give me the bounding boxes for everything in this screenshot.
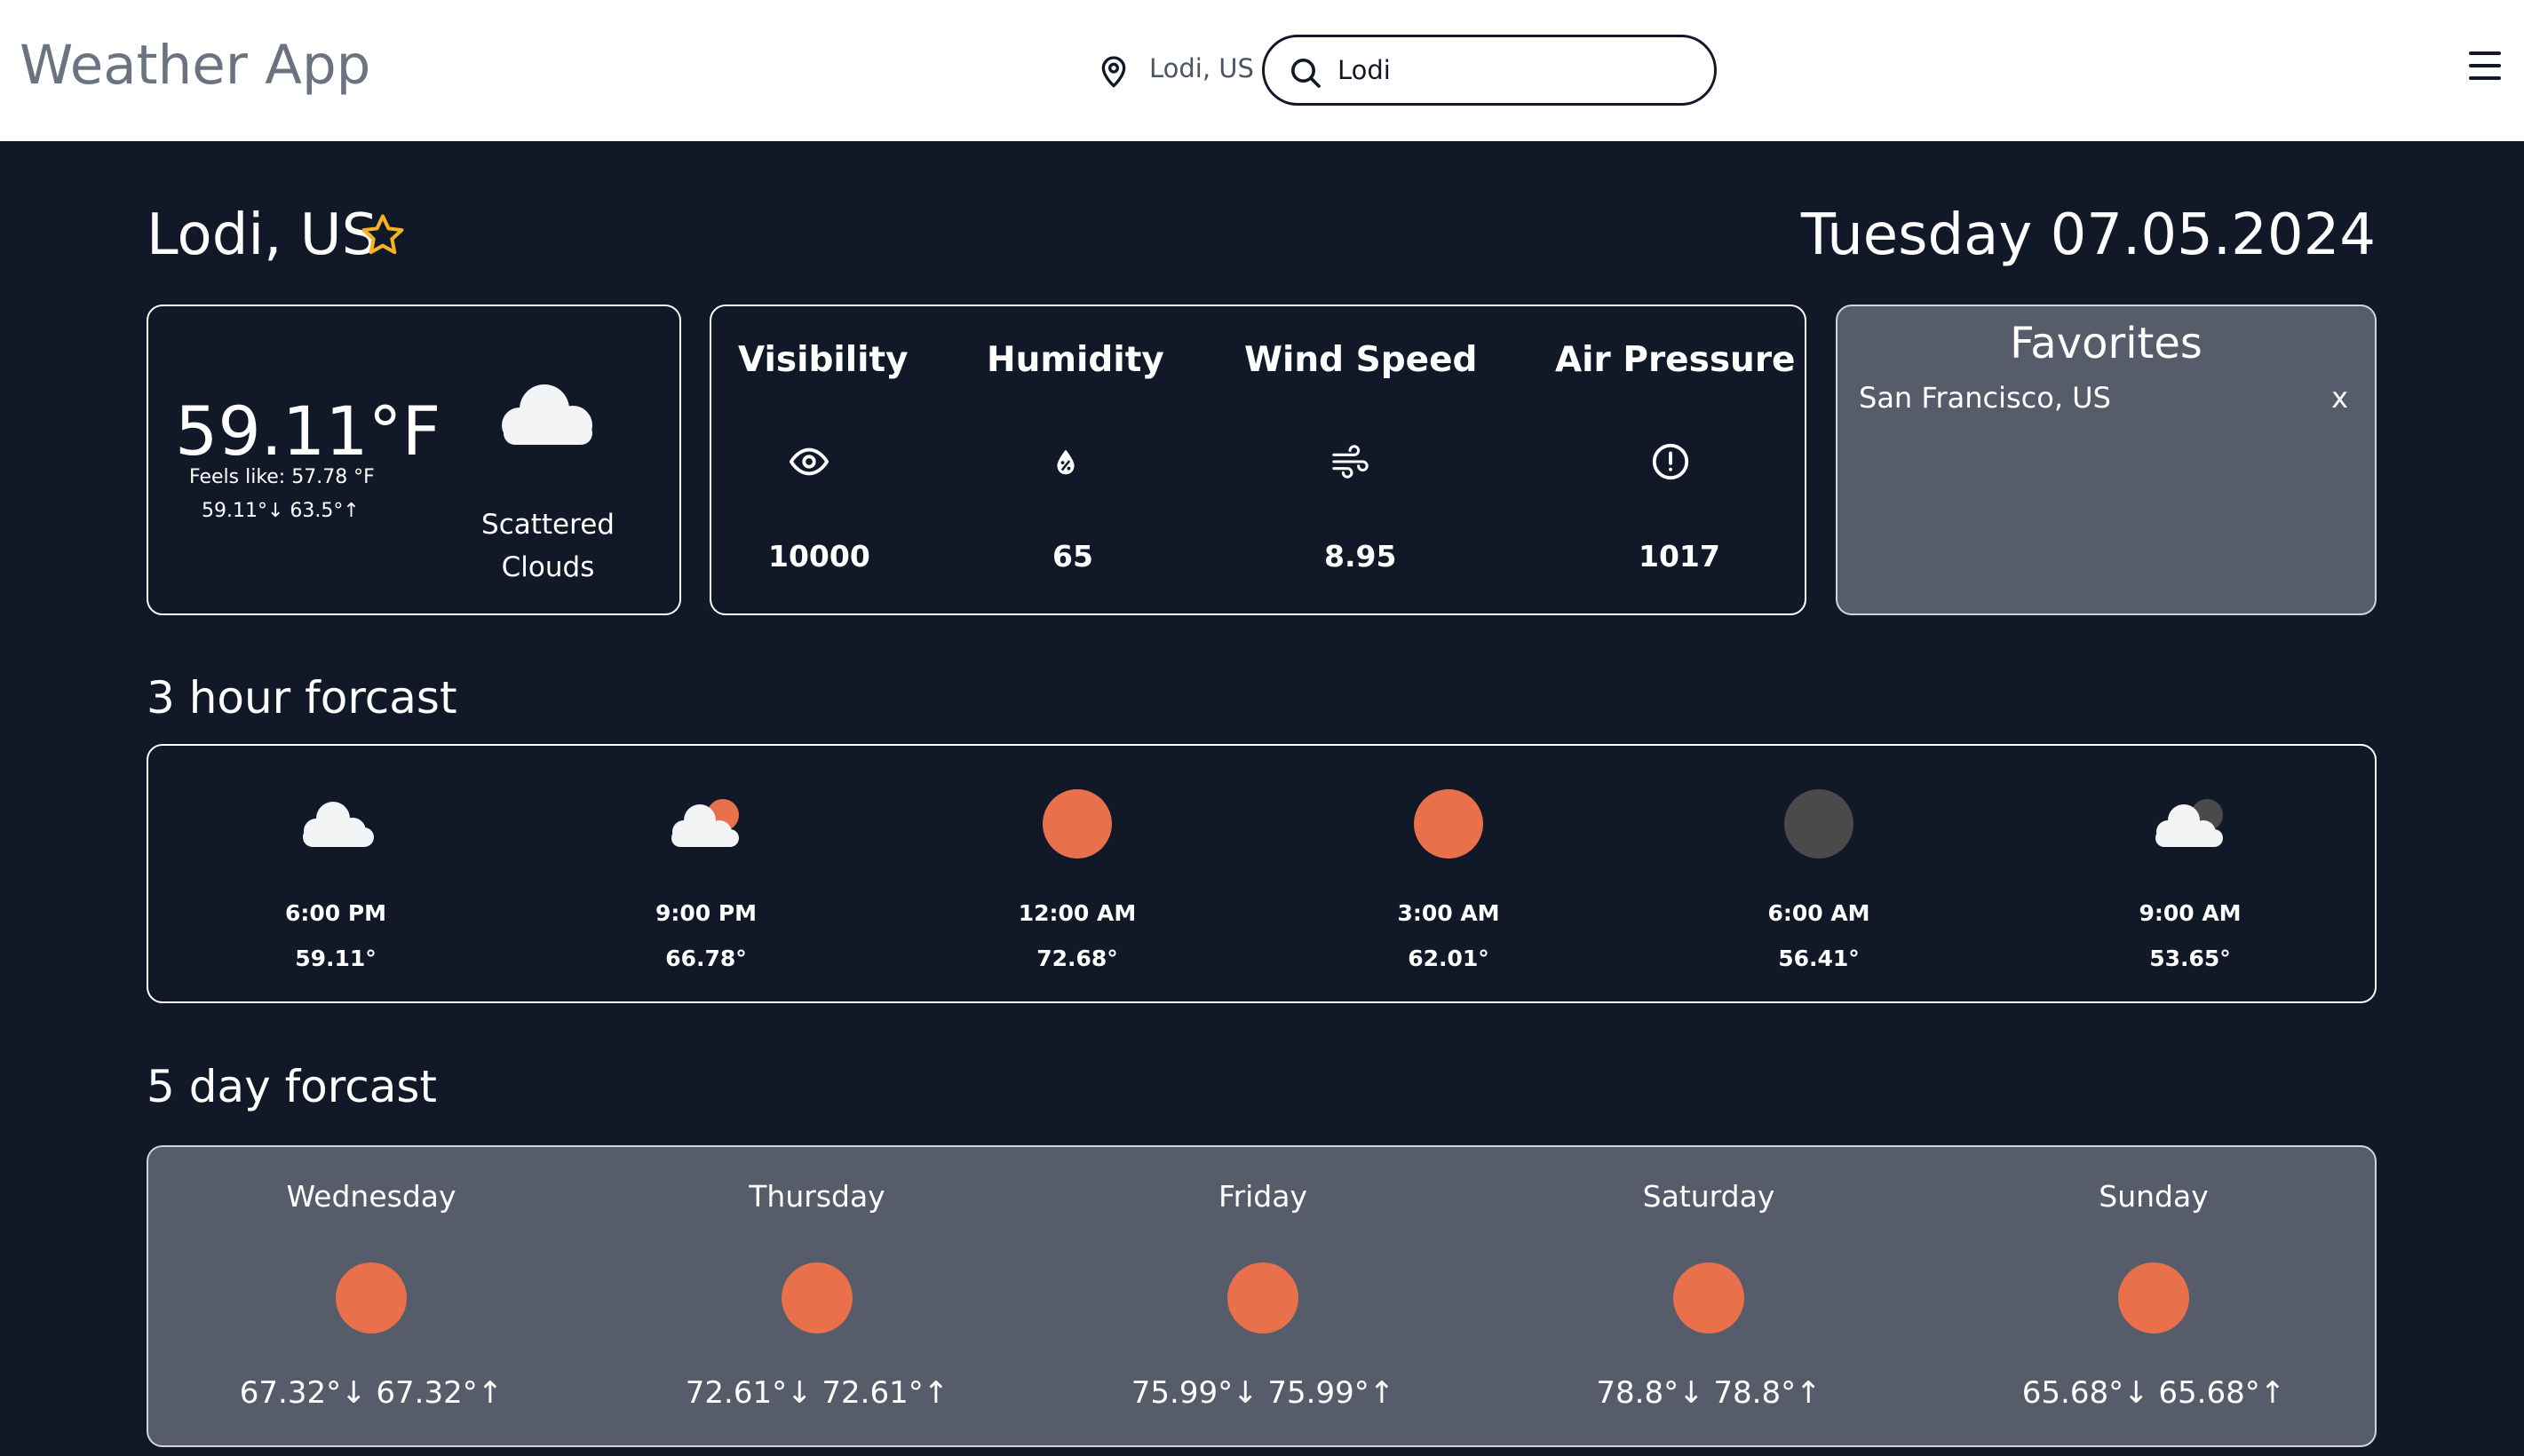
hourly-item: 9:00 AM 53.65°	[2101, 781, 2279, 971]
daily-item: Thursday 72.61°↓ 72.61°↑	[639, 1179, 995, 1411]
hourly-time: 9:00 PM	[655, 900, 758, 926]
current-temperature: 59.11°F	[175, 392, 441, 471]
current-weather-card: 59.11°F Feels like: 57.78 °F 59.11°↓ 63.…	[147, 305, 681, 615]
search-input[interactable]	[1337, 50, 1693, 91]
hamburger-menu-icon[interactable]	[2469, 51, 2503, 87]
moon-icon	[1784, 789, 1853, 859]
hourly-item: 9:00 PM 66.78°	[617, 781, 795, 971]
hourly-temp: 72.68°	[1036, 946, 1118, 971]
daily-forecast-card: Wednesday 67.32°↓ 67.32°↑ Thursday 72.61…	[147, 1145, 2377, 1447]
hourly-temp: 53.65°	[2149, 946, 2231, 971]
weather-description: Scattered Clouds	[481, 509, 615, 583]
stat-visibility: Visibility	[738, 340, 909, 380]
sun-icon	[1673, 1262, 1744, 1333]
daily-temps: 78.8°↓ 78.8°↑	[1596, 1375, 1822, 1411]
daily-day: Sunday	[2099, 1179, 2209, 1214]
stat-label: Air Pressure	[1555, 340, 1796, 380]
eye-icon	[789, 447, 829, 476]
hourly-item: 12:00 AM 72.68°	[988, 781, 1166, 971]
daily-item: Wednesday 67.32°↓ 67.32°↑	[194, 1179, 549, 1411]
daily-forecast-title: 5 day forcast	[147, 1061, 438, 1112]
daily-day: Thursday	[749, 1179, 885, 1214]
favorite-item[interactable]: San Francisco, US	[1859, 381, 2111, 415]
stat-label: Wind Speed	[1244, 340, 1478, 380]
wind-icon	[1332, 445, 1369, 479]
stat-value: 65	[1052, 539, 1093, 574]
humidity-drop-icon	[1057, 449, 1075, 475]
city-title: Lodi, US	[147, 202, 378, 268]
map-pin-icon	[1101, 56, 1126, 88]
stat-value: 1017	[1639, 539, 1720, 574]
date-title: Tuesday 07.05.2024	[1800, 202, 2376, 268]
hourly-item: 6:00 PM 59.11°	[247, 781, 425, 971]
cloud-icon	[502, 384, 592, 445]
cloud-sun-icon	[671, 799, 739, 847]
cloud-moon-icon	[2155, 799, 2223, 847]
hourly-time: 6:00 AM	[1767, 900, 1870, 926]
favorites-title: Favorites	[2010, 319, 2203, 368]
stat-air-pressure: Air Pressure	[1555, 340, 1796, 380]
stat-humidity: Humidity	[987, 340, 1164, 380]
current-location-label: Lodi, US	[1149, 53, 1254, 83]
stat-wind-speed: Wind Speed	[1244, 340, 1478, 380]
sun-icon	[782, 1262, 853, 1333]
search-box[interactable]	[1262, 35, 1717, 106]
hourly-time: 3:00 AM	[1397, 900, 1500, 926]
hourly-time: 9:00 AM	[2139, 900, 2242, 926]
daily-temps: 75.99°↓ 75.99°↑	[1131, 1375, 1395, 1411]
favorites-panel: Favorites San Francisco, US x	[1836, 305, 2377, 615]
alert-circle-icon	[1652, 443, 1689, 480]
daily-item: Sunday 65.68°↓ 65.68°↑	[1976, 1179, 2331, 1411]
stat-label: Visibility	[738, 340, 909, 380]
sun-icon	[336, 1262, 407, 1333]
app-title: Weather App	[20, 34, 371, 97]
sun-icon	[1043, 789, 1112, 859]
star-outline-icon[interactable]	[359, 211, 407, 259]
hourly-forecast-title: 3 hour forcast	[147, 672, 457, 724]
daily-temps: 65.68°↓ 65.68°↑	[2021, 1375, 2286, 1411]
hourly-time: 6:00 PM	[284, 900, 387, 926]
daily-day: Wednesday	[286, 1179, 456, 1214]
daily-day: Saturday	[1642, 1179, 1775, 1214]
feels-like: Feels like: 57.78 °F	[189, 466, 375, 488]
hourly-temp: 56.41°	[1778, 946, 1860, 971]
sun-icon	[2118, 1262, 2189, 1333]
hourly-time: 12:00 AM	[1018, 900, 1137, 926]
daily-item: Friday 75.99°↓ 75.99°↑	[1085, 1179, 1441, 1411]
hourly-forecast-card: 6:00 PM 59.11° 9:00 PM 66.78° 12:00 AM 7…	[147, 744, 2377, 1003]
daily-item: Saturday 78.8°↓ 78.8°↑	[1531, 1179, 1886, 1411]
search-icon[interactable]	[1288, 55, 1323, 91]
hourly-item: 6:00 AM 56.41°	[1730, 781, 1908, 971]
app-header: Weather App Lodi, US	[0, 0, 2524, 141]
hourly-temp: 62.01°	[1408, 946, 1489, 971]
hourly-item: 3:00 AM 62.01°	[1360, 781, 1537, 971]
stat-value: 8.95	[1324, 539, 1397, 574]
cloud-icon	[303, 802, 374, 847]
sun-icon	[1414, 789, 1483, 859]
hourly-temp: 59.11°	[295, 946, 377, 971]
min-max-temperature: 59.11°↓ 63.5°↑	[202, 500, 360, 522]
daily-temps: 67.32°↓ 67.32°↑	[239, 1375, 504, 1411]
daily-temps: 72.61°↓ 72.61°↑	[685, 1375, 949, 1411]
stat-label: Humidity	[987, 340, 1164, 380]
stat-value: 10000	[768, 539, 870, 574]
hourly-temp: 66.78°	[665, 946, 747, 971]
remove-favorite-button[interactable]: x	[2331, 381, 2348, 415]
daily-day: Friday	[1218, 1179, 1307, 1214]
sun-icon	[1227, 1262, 1298, 1333]
weather-stats-card: Visibility 10000 Humidity 65 Wind Speed …	[710, 305, 1806, 615]
